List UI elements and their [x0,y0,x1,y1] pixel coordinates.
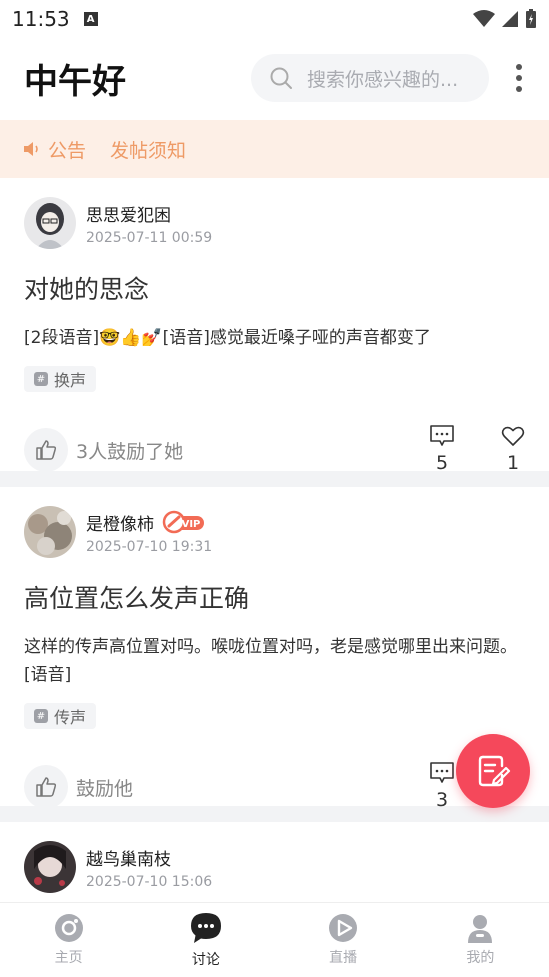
post-card[interactable]: 思思爱犯困 2025-07-11 00:59 对她的思念 [2段语音]🤓👍💅[语… [0,178,549,474]
author-name[interactable]: 越鸟巢南枝 [86,845,171,870]
topic-tag[interactable]: # 传声 [24,703,97,729]
notice-bar: 公告 发帖须知 [0,120,549,178]
comment-icon [430,762,454,783]
speaker-icon [24,142,38,156]
home-disc-icon [54,914,83,942]
search-bar[interactable]: 搜索你感兴趣的... [251,54,489,102]
user-icon [468,915,493,943]
svg-text:VIP: VIP [182,519,201,530]
post-feed: 思思爱犯困 2025-07-11 00:59 对她的思念 [2段语音]🤓👍💅[语… [0,178,549,942]
nav-discuss-label: 讨论 [191,952,220,968]
edit-note-icon [478,755,511,787]
post-author: 思思爱犯困 2025-07-11 00:59 [24,178,525,250]
search-placeholder: 搜索你感兴趣的... [307,68,459,91]
post-body[interactable]: [2段语音]🤓👍💅[语音]感觉最近嗓子哑的声音都变了 [24,324,525,352]
posting-rules-link[interactable]: 发帖须知 [110,136,186,163]
hash-icon: # [34,372,48,386]
like-stat[interactable]: 1 [501,424,525,474]
comment-count: 3 [435,789,449,811]
comment-stat[interactable]: 5 [429,424,455,474]
post-body[interactable]: 这样的传声高位置对吗。喉咙位置对吗，老是感觉哪里出来问题。[语音] [24,633,525,689]
heart-icon [501,426,525,446]
dot-icon [516,64,522,70]
notification-a-icon: A [83,12,98,26]
cheer-text: 鼓励他 [76,777,134,800]
avatar[interactable] [24,506,76,558]
tag-label: 传声 [54,708,87,727]
more-menu-button[interactable] [507,54,531,102]
dot-icon [516,86,522,92]
wifi-icon [473,10,495,27]
status-bar: 11:53 A [0,0,549,38]
author-name[interactable]: 思思爱犯困 [86,201,171,226]
post-time: 2025-07-10 19:31 [86,538,213,555]
post-actions: 鼓励他 3 [24,757,525,817]
bottom-nav: 主页 讨论 直播 我的 [0,902,549,977]
nav-home[interactable]: 主页 [0,903,137,977]
battery-icon [526,9,536,28]
post-author: 越鸟巢南枝 2025-07-10 15:06 [24,822,525,894]
vip-badge-icon: VIP [162,510,206,534]
cheer-button[interactable] [24,428,68,472]
post-author: 是橙像柿 VIP 2025-07-10 19:31 [24,487,525,559]
nav-home-label: 主页 [54,950,83,966]
post-time: 2025-07-10 15:06 [86,873,213,890]
thumbs-up-icon [36,440,57,460]
nav-live-label: 直播 [329,950,358,966]
signal-icon [502,11,518,27]
author-name[interactable]: 是橙像柿 [86,510,154,535]
tag-label: 换声 [54,371,87,390]
post-actions: 3人鼓励了她 5 1 [24,420,525,480]
post-title[interactable]: 对她的思念 [24,270,525,306]
live-play-icon [329,914,358,942]
status-time: 11:53 [12,7,70,31]
comment-icon [430,425,454,446]
cheer-button[interactable] [24,765,68,809]
nav-mine[interactable]: 我的 [412,903,549,977]
header: 中午好 搜索你感兴趣的... [0,38,549,118]
thumbs-up-icon [36,777,57,797]
post-time: 2025-07-11 00:59 [86,229,213,246]
topic-tag[interactable]: # 换声 [24,366,97,392]
nav-mine-label: 我的 [466,950,495,966]
posting-rules-label: 发帖须知 [110,139,187,162]
announcement-link[interactable]: 公告 [22,136,86,163]
nav-live[interactable]: 直播 [275,903,412,977]
dot-icon [516,75,522,81]
search-icon [270,67,292,89]
announcement-label: 公告 [48,139,87,162]
comment-stat[interactable]: 3 [429,761,455,811]
chat-bubble-icon [190,913,221,943]
avatar[interactable] [24,197,76,249]
nav-discuss[interactable]: 讨论 [137,903,274,977]
hash-icon: # [34,709,48,723]
cheer-count-text: 3人鼓励了她 [76,440,184,463]
comment-count: 5 [435,452,449,474]
post-title[interactable]: 高位置怎么发声正确 [24,579,525,615]
like-count: 1 [506,452,520,474]
new-post-button[interactable] [456,734,530,808]
avatar[interactable] [24,841,76,893]
greeting-title: 中午好 [24,61,126,102]
